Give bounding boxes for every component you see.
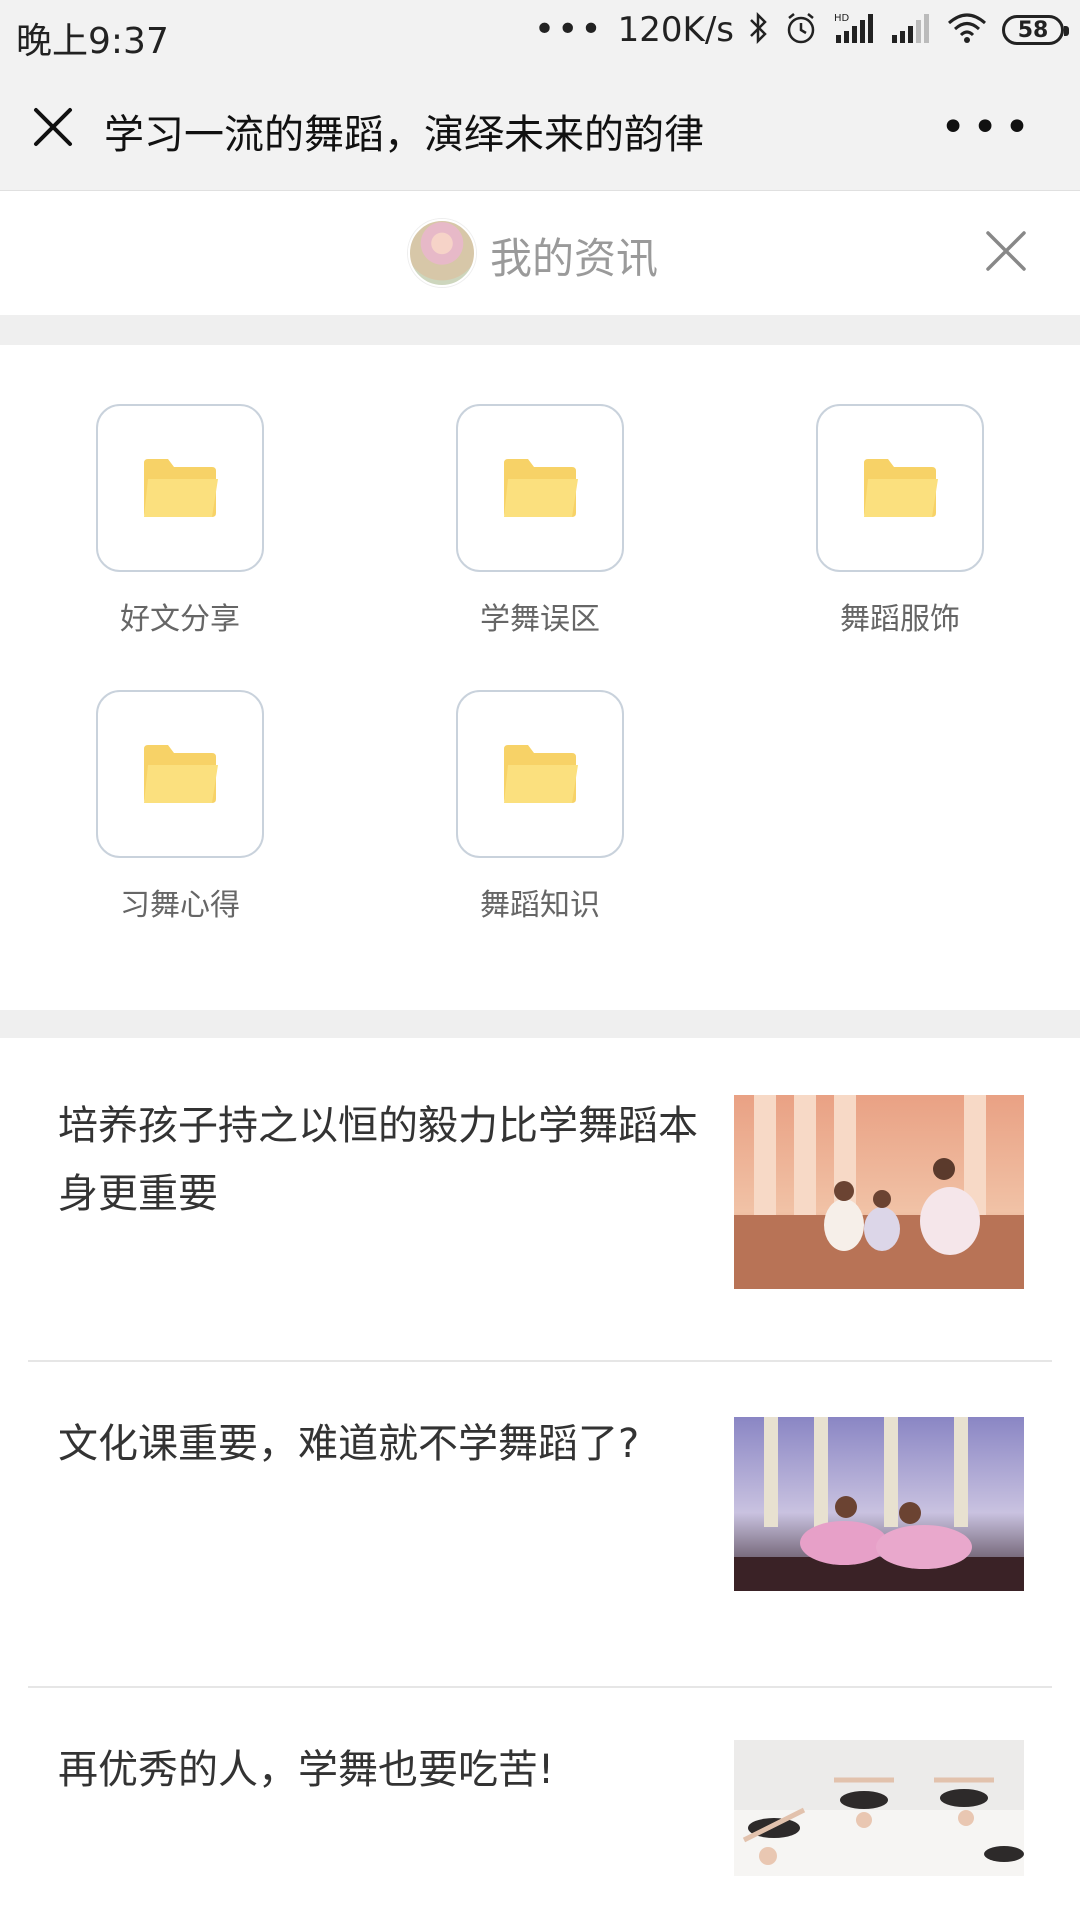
article-item[interactable]: 培养孩子持之以恒的毅力比学舞蹈本身更重要: [0, 1080, 1080, 1356]
section-title: 我的资讯: [490, 234, 659, 283]
category-tile[interactable]: [456, 404, 624, 572]
article-title[interactable]: 再优秀的人，学舞也要吃苦!: [58, 1736, 708, 1804]
folder-icon: [504, 745, 578, 803]
section-divider: [0, 315, 1080, 345]
list-divider: [28, 1686, 1052, 1688]
bluetooth-icon: [748, 11, 770, 49]
section-header: 我的资讯: [0, 191, 1080, 315]
category-tile[interactable]: [96, 404, 264, 572]
battery-icon: 58: [1002, 15, 1069, 45]
category-label: 学舞误区: [480, 602, 600, 637]
category-tile[interactable]: [816, 404, 984, 572]
avatar: [408, 219, 476, 287]
close-icon[interactable]: [30, 104, 76, 150]
article-thumbnail[interactable]: [734, 1095, 1024, 1289]
category-label: 舞蹈知识: [480, 888, 600, 923]
article-thumbnail[interactable]: [734, 1417, 1024, 1591]
close-icon[interactable]: [984, 229, 1028, 273]
article-item[interactable]: 再优秀的人，学舞也要吃苦!: [0, 1716, 1080, 1920]
status-time: 晚上9:37: [16, 21, 169, 62]
category-zhishi[interactable]: 舞蹈知识: [440, 690, 640, 924]
category-xinde[interactable]: 习舞心得: [80, 690, 280, 924]
folder-icon: [864, 459, 938, 517]
article-thumbnail[interactable]: [734, 1740, 1024, 1876]
category-haowen[interactable]: 好文分享: [80, 404, 280, 638]
folder-icon: [144, 745, 218, 803]
page-title: 学习一流的舞蹈，演绎未来的韵律: [104, 112, 704, 158]
section-divider: [0, 1010, 1080, 1038]
article-title[interactable]: 文化课重要，难道就不学舞蹈了?: [58, 1410, 738, 1478]
more-options-button[interactable]: •••: [940, 106, 1036, 150]
article-title[interactable]: 培养孩子持之以恒的毅力比学舞蹈本身更重要: [58, 1092, 708, 1228]
category-label: 舞蹈服饰: [840, 602, 960, 637]
category-xuewu-wuqu[interactable]: 学舞误区: [440, 404, 640, 638]
network-speed: 120K/s: [617, 10, 734, 50]
category-label: 习舞心得: [120, 888, 240, 923]
folder-icon: [504, 459, 578, 517]
article-item[interactable]: 文化课重要，难道就不学舞蹈了?: [0, 1392, 1080, 1672]
category-tile[interactable]: [456, 690, 624, 858]
signal-icon: [890, 11, 932, 49]
status-bar: 晚上9:37 ••• 120K/s HD 58: [0, 0, 1080, 70]
alarm-icon: [784, 11, 818, 49]
wifi-icon: [946, 11, 988, 49]
category-fushi[interactable]: 舞蹈服饰: [800, 404, 1000, 638]
list-divider: [28, 1360, 1052, 1362]
svg-text:HD: HD: [834, 13, 850, 24]
status-icons: ••• 120K/s HD 58: [533, 9, 1069, 50]
category-tile[interactable]: [96, 690, 264, 858]
category-label: 好文分享: [120, 602, 240, 637]
folder-icon: [144, 459, 218, 517]
title-bar: 学习一流的舞蹈，演绎未来的韵律 •••: [0, 70, 1080, 191]
status-dots: •••: [533, 9, 604, 50]
hd-signal-icon: HD: [832, 11, 876, 49]
